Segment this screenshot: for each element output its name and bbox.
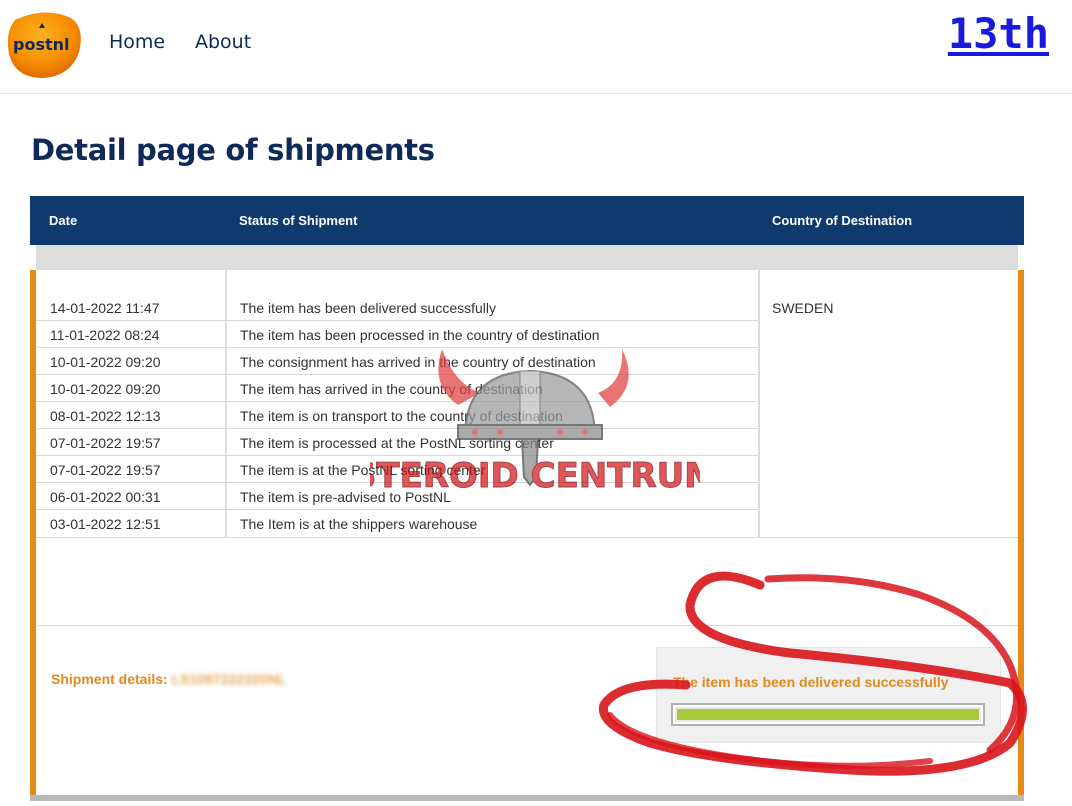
page-title: Detail page of shipments xyxy=(31,133,435,167)
table-row: 06-01-2022 00:31 The item is pre-advised … xyxy=(36,483,758,510)
row-status: The item is at the PostNL sorting center xyxy=(240,462,486,478)
table-row: 14-01-2022 11:47 The item has been delive… xyxy=(36,294,758,321)
row-date: 10-01-2022 09:20 xyxy=(50,381,161,397)
row-date: 10-01-2022 09:20 xyxy=(50,354,161,370)
nav-about-link[interactable]: About xyxy=(195,31,251,53)
delivery-status-text: The item has been delivered successfully xyxy=(673,674,949,690)
delivery-status-box: The item has been delivered successfully xyxy=(656,647,1001,743)
postnl-logo[interactable]: postnl xyxy=(5,6,83,80)
delivery-progress-fill xyxy=(677,709,979,720)
nav-home-link[interactable]: Home xyxy=(109,31,165,53)
row-date: 06-01-2022 00:31 xyxy=(50,489,161,505)
table-row: 10-01-2022 09:20 The item has arrived in … xyxy=(36,375,758,402)
day-link[interactable]: 13th xyxy=(948,9,1049,58)
table-row: 11-01-2022 08:24 The item has been proces… xyxy=(36,321,758,348)
table-header: Date Status of Shipment Country of Desti… xyxy=(30,196,1024,245)
row-date: 14-01-2022 11:47 xyxy=(50,300,160,316)
row-status: The item has arrived in the country of d… xyxy=(240,381,543,397)
delivery-progress-bar xyxy=(671,703,985,726)
table-row: 07-01-2022 19:57 The item is processed at… xyxy=(36,429,758,456)
column-divider xyxy=(758,270,760,538)
column-divider xyxy=(225,270,227,538)
row-status: The item has been delivered successfully xyxy=(240,300,497,316)
row-status: The item has been processed in the count… xyxy=(240,327,600,343)
column-header-status: Status of Shipment xyxy=(239,213,358,228)
top-navigation-bar: postnl Home About 13th xyxy=(0,0,1072,94)
row-date: 07-01-2022 19:57 xyxy=(50,435,161,451)
row-status: The item is pre-advised to PostNL xyxy=(240,489,451,505)
shipment-details-label: Shipment details: xyxy=(51,671,168,687)
row-date: 07-01-2022 19:57 xyxy=(50,462,161,478)
panel-bottom-border xyxy=(30,795,1024,801)
table-row: 08-01-2022 12:13 The item is on transport… xyxy=(36,402,758,429)
shipment-details: Shipment details: LS1097222220NL xyxy=(51,671,286,687)
row-date: 08-01-2022 12:13 xyxy=(50,408,161,424)
destination-country: SWEDEN xyxy=(772,300,834,316)
table-row: 03-01-2022 12:51 The Item is at the shipp… xyxy=(36,510,758,537)
row-status: The consignment has arrived in the count… xyxy=(240,354,596,370)
table-spacer-row xyxy=(36,245,1018,270)
row-status: The Item is at the shippers warehouse xyxy=(240,516,478,532)
shipment-code: LS1097222220NL xyxy=(171,671,287,687)
row-date: 11-01-2022 08:24 xyxy=(50,327,160,343)
section-divider xyxy=(36,625,1018,626)
column-header-country: Country of Destination xyxy=(772,213,913,228)
table-row: 10-01-2022 09:20 The consignment has arri… xyxy=(36,348,758,375)
row-status: The item is on transport to the country … xyxy=(240,408,563,424)
row-status: The item is processed at the PostNL sort… xyxy=(240,435,554,451)
table-row: 07-01-2022 19:57 The item is at the PostN… xyxy=(36,456,758,483)
row-date: 03-01-2022 12:51 xyxy=(50,516,161,532)
svg-text:postnl: postnl xyxy=(13,35,70,54)
column-header-date: Date xyxy=(49,213,78,228)
